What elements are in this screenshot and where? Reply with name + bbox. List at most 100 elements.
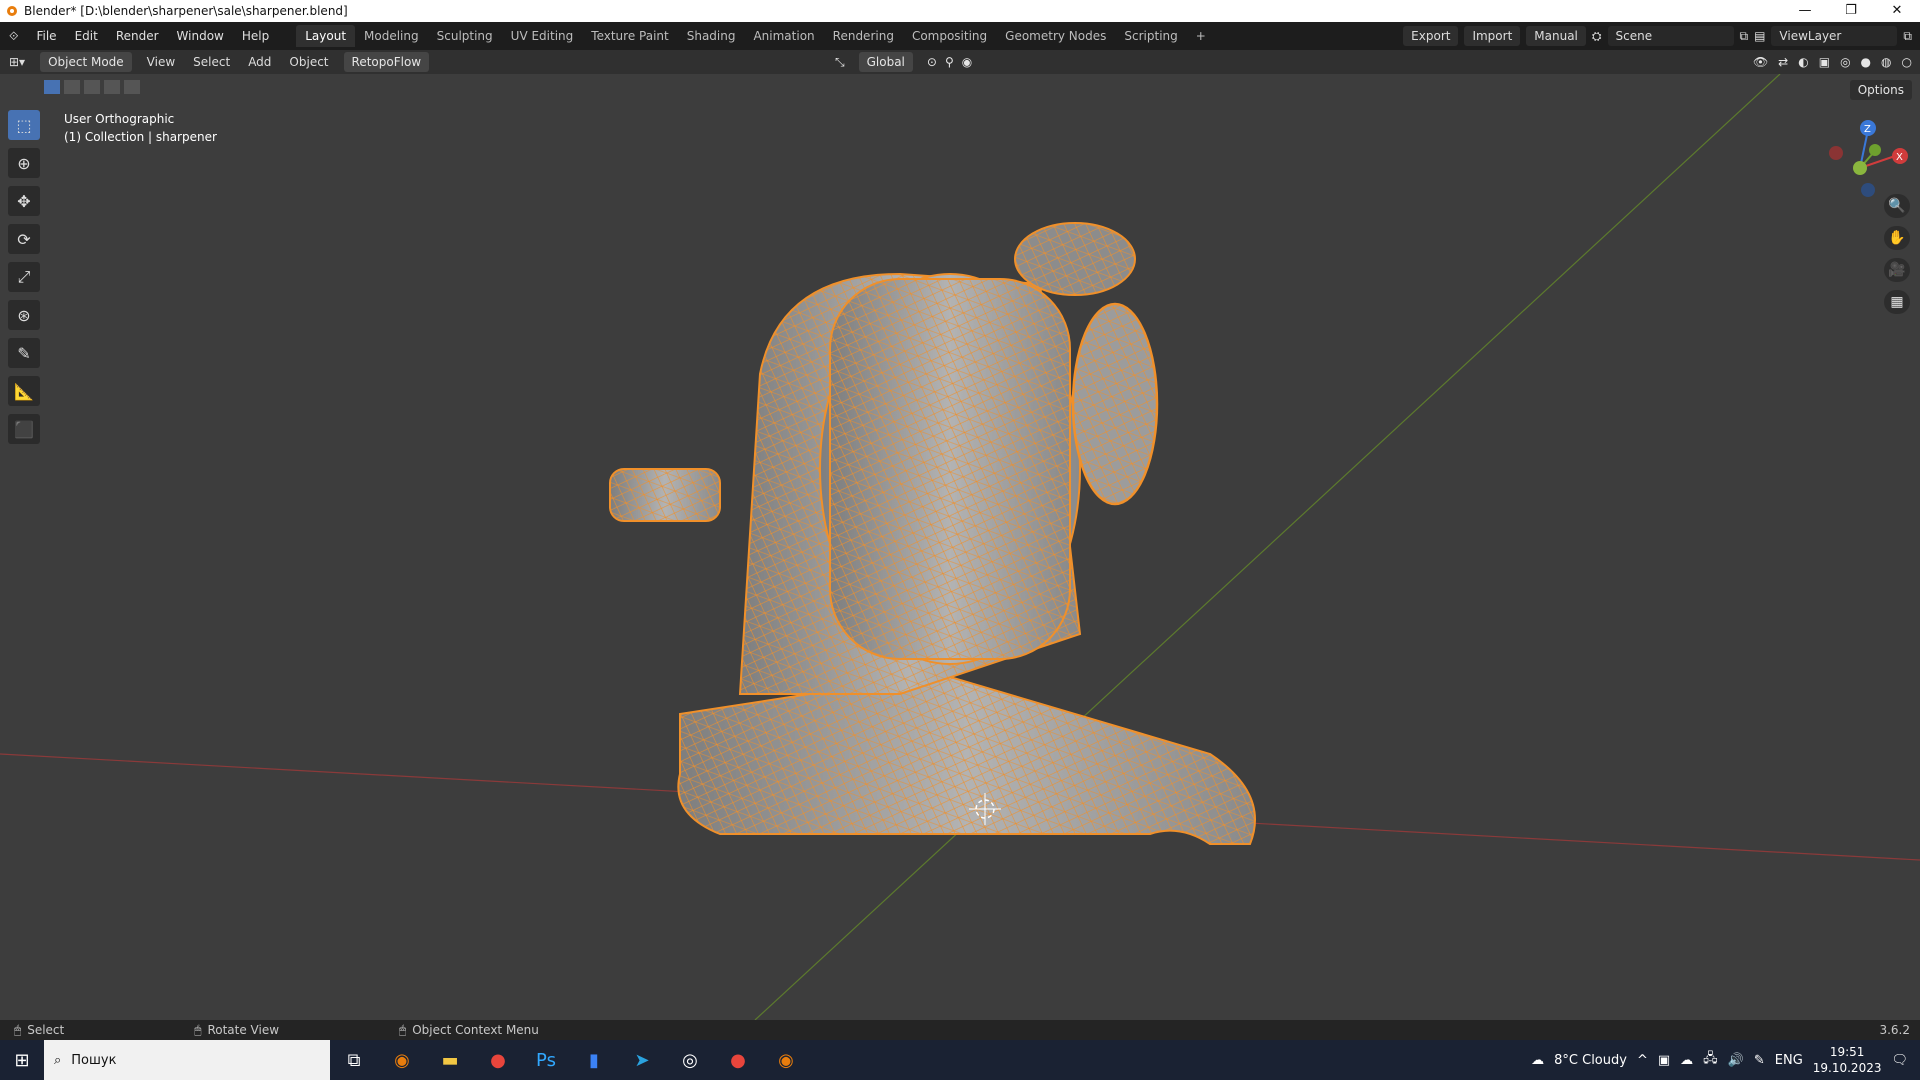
3d-viewport[interactable]: ⬚ ⊕ ✥ ⟳ ⤢ ⊛ ✎ 📐 ⬛ User Orthographic (1) …	[0, 74, 1920, 1020]
overlay-toggle-icon[interactable]: ◐	[1798, 55, 1808, 69]
svg-text:Z: Z	[1864, 124, 1871, 135]
tab-uv-editing[interactable]: UV Editing	[502, 25, 583, 47]
menu-object[interactable]: Object	[280, 55, 337, 69]
windows-start-icon[interactable]: ⊞	[0, 1040, 44, 1080]
gizmo-toggle-icon[interactable]: ⇄	[1778, 55, 1788, 69]
telegram-icon[interactable]: ➤	[618, 1040, 666, 1080]
menu-window[interactable]: Window	[168, 29, 233, 43]
bookmark-app-icon[interactable]: ▮	[570, 1040, 618, 1080]
ortho-grid-icon[interactable]: ▦	[1884, 290, 1910, 314]
language-indicator[interactable]: ENG	[1775, 1053, 1803, 1068]
rotate-tool-icon[interactable]: ⟳	[8, 224, 40, 254]
tray-app-icon[interactable]: ▣	[1658, 1053, 1670, 1068]
tab-compositing[interactable]: Compositing	[903, 25, 996, 47]
add-workspace-button[interactable]: +	[1187, 25, 1215, 47]
material-shading-icon[interactable]: ◍	[1881, 55, 1891, 69]
menu-file[interactable]: File	[27, 29, 65, 43]
chrome-profile-icon[interactable]: ●	[714, 1040, 762, 1080]
tab-layout[interactable]: Layout	[296, 25, 356, 47]
orientation-dropdown[interactable]: Global	[858, 52, 913, 72]
tab-rendering[interactable]: Rendering	[824, 25, 903, 47]
proportional-icon[interactable]: ◉	[962, 55, 972, 69]
taskbar-search[interactable]: ⌕ Пошук	[44, 1040, 330, 1080]
view-name: User Orthographic	[64, 112, 175, 126]
mode-dropdown[interactable]: Object Mode	[40, 52, 132, 72]
menu-edit[interactable]: Edit	[66, 29, 107, 43]
measure-tool-icon[interactable]: 📐	[8, 376, 40, 406]
select-intersect-icon[interactable]	[124, 80, 140, 94]
transform-tool-icon[interactable]: ⊛	[8, 300, 40, 330]
tray-expand-icon[interactable]: ^	[1637, 1053, 1648, 1068]
collection-label: (1) Collection | sharpener	[64, 130, 217, 144]
pen-icon[interactable]: ✎	[1754, 1053, 1765, 1068]
weather-label[interactable]: 8°C Cloudy	[1554, 1053, 1627, 1068]
menu-help[interactable]: Help	[233, 29, 278, 43]
orientation-icon: ⤡	[835, 54, 845, 69]
select-box-tool-icon[interactable]: ⬚	[8, 110, 40, 140]
steam-icon[interactable]: ◎	[666, 1040, 714, 1080]
title-bar: Blender* [D:\blender\sharpener\sale\shar…	[0, 0, 1920, 22]
viewport-canvas[interactable]	[0, 74, 1920, 1020]
tab-shading[interactable]: Shading	[678, 25, 745, 47]
export-button[interactable]: Export	[1403, 26, 1459, 46]
solid-shading-icon[interactable]: ●	[1861, 55, 1871, 69]
maximize-button[interactable]: ❐	[1828, 0, 1874, 22]
close-button[interactable]: ✕	[1874, 0, 1920, 22]
retopoflow-dropdown[interactable]: RetopoFlow	[343, 52, 430, 72]
new-scene-icon[interactable]: ⧉	[1740, 29, 1749, 44]
select-invert-icon[interactable]	[104, 80, 120, 94]
tab-animation[interactable]: Animation	[744, 25, 823, 47]
blender-active-icon[interactable]: ◉	[762, 1040, 810, 1080]
camera-view-icon[interactable]: 🎥	[1884, 258, 1910, 282]
blender-taskbar-icon[interactable]: ◉	[378, 1040, 426, 1080]
network-icon[interactable]: 🖧	[1703, 1049, 1718, 1071]
tab-texture-paint[interactable]: Texture Paint	[582, 25, 677, 47]
new-viewlayer-icon[interactable]: ⧉	[1903, 29, 1912, 44]
task-view-icon[interactable]: ⧉	[330, 1040, 378, 1080]
tab-sculpting[interactable]: Sculpting	[428, 25, 502, 47]
tab-modeling[interactable]: Modeling	[355, 25, 428, 47]
options-dropdown[interactable]: Options	[1849, 80, 1912, 100]
cursor-tool-icon[interactable]: ⊕	[8, 148, 40, 178]
xray-icon[interactable]: ▣	[1819, 55, 1830, 69]
menu-add[interactable]: Add	[239, 55, 280, 69]
tab-geometry-nodes[interactable]: Geometry Nodes	[996, 25, 1115, 47]
menu-view[interactable]: View	[138, 55, 184, 69]
chrome-icon[interactable]: ●	[474, 1040, 522, 1080]
add-cube-tool-icon[interactable]: ⬛	[8, 414, 40, 444]
status-bar: 🖱 Select 🖱 Rotate View 🖱 Object Context …	[0, 1020, 1920, 1040]
search-icon: ⌕	[54, 1052, 62, 1068]
menu-select[interactable]: Select	[184, 55, 239, 69]
photoshop-icon[interactable]: Ps	[522, 1040, 570, 1080]
manual-button[interactable]: Manual	[1526, 26, 1586, 46]
scale-tool-icon[interactable]: ⤢	[8, 262, 40, 292]
zoom-icon[interactable]: 🔍	[1884, 194, 1910, 218]
select-subtract-icon[interactable]	[84, 80, 100, 94]
wireframe-shading-icon[interactable]: ◎	[1840, 55, 1850, 69]
pan-hand-icon[interactable]: ✋	[1884, 226, 1910, 250]
select-extend-icon[interactable]	[64, 80, 80, 94]
annotate-tool-icon[interactable]: ✎	[8, 338, 40, 368]
notifications-icon[interactable]: 🗨	[1891, 1053, 1908, 1068]
mouse-left-icon: 🖱	[14, 1022, 22, 1037]
move-tool-icon[interactable]: ✥	[8, 186, 40, 216]
viewlayer-field[interactable]: ViewLayer	[1771, 26, 1898, 46]
select-new-icon[interactable]	[44, 80, 60, 94]
import-button[interactable]: Import	[1464, 26, 1521, 46]
menu-render[interactable]: Render	[107, 29, 168, 43]
scene-field[interactable]: Scene	[1607, 26, 1734, 46]
pivot-icon[interactable]: ⊙	[927, 55, 937, 69]
onedrive-icon[interactable]: ☁	[1680, 1053, 1693, 1068]
tab-scripting[interactable]: Scripting	[1115, 25, 1186, 47]
minimize-button[interactable]: —	[1782, 0, 1828, 22]
file-explorer-icon[interactable]: ▬	[426, 1040, 474, 1080]
visibility-icon[interactable]: 👁	[1753, 55, 1768, 69]
scene-icon: ⛭	[1591, 28, 1602, 43]
snap-icon[interactable]: ⚲	[945, 55, 954, 69]
rendered-shading-icon[interactable]: ○	[1902, 55, 1912, 69]
editor-type-icon[interactable]: ⊞▾	[0, 55, 34, 69]
volume-icon[interactable]: 🔊	[1728, 1053, 1744, 1068]
blender-menu-icon[interactable]: ⟐	[0, 29, 27, 44]
status-rotate: Rotate View	[207, 1023, 280, 1037]
clock[interactable]: 19:51 19.10.2023	[1813, 1044, 1882, 1076]
